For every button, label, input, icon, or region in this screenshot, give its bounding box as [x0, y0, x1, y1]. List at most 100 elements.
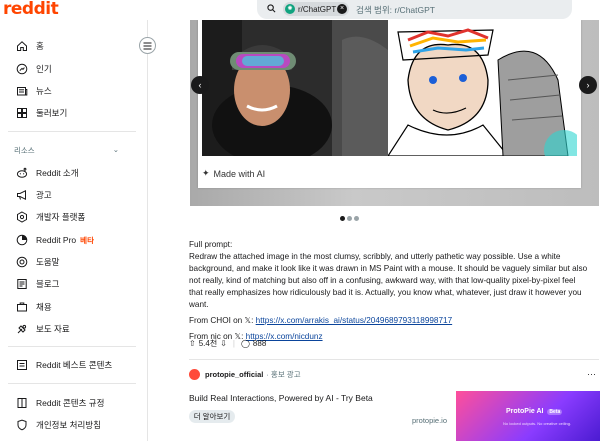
blog-icon [16, 278, 28, 290]
sidebar-item-label: 개인정보 처리방침 [36, 420, 101, 430]
search-bar[interactable]: ✺ r/ChatGPT × 검색 범위: r/ChatGPT [257, 0, 572, 19]
comments-button[interactable]: ◯ 888 [241, 339, 266, 348]
menu-icon [143, 42, 152, 49]
beta-badge: 베타 [80, 235, 94, 245]
upvote-icon[interactable]: ⇧ [189, 339, 196, 348]
resources-section-header[interactable]: 리소스 ⌄ [14, 145, 119, 156]
sidebar-item-developer[interactable]: 개발자 플랫폼 [16, 210, 85, 224]
subreddit-scope-chip[interactable]: ✺ r/ChatGPT × [283, 2, 349, 16]
ad-header: protopie_official · 홍보 광고 [189, 369, 301, 380]
choi-source-prefix: From CHOI on 𝕏: [189, 316, 256, 325]
left-sidebar: 홈 인기 뉴스 둘러보기 리소스 ⌄ Reddit 소개 광고 개발자 플랫폼 … [0, 20, 148, 441]
ad-image-tagline: No locked outputs. No creative ceiling. [503, 421, 572, 426]
collapse-sidebar-button[interactable] [139, 37, 156, 54]
gallery-slide: ✦ Made with AI [198, 20, 581, 188]
pagination-dot[interactable] [340, 216, 345, 221]
sidebar-item-label: Reddit Pro [36, 235, 77, 245]
sidebar-item-about[interactable]: Reddit 소개 [16, 166, 79, 180]
ad-domain[interactable]: protopie.io [412, 416, 447, 425]
sidebar-item-label: 인기 [36, 64, 52, 74]
search-input[interactable]: 검색 범위: r/ChatGPT [356, 4, 435, 16]
subreddit-avatar-icon: ✺ [285, 4, 295, 14]
gallery-dots [340, 216, 359, 221]
best-icon [16, 359, 28, 371]
advertiser-name[interactable]: protopie_official [205, 370, 263, 379]
sidebar-item-blog[interactable]: 블로그 [16, 277, 59, 291]
sidebar-item-label: 개발자 플랫폼 [36, 212, 86, 222]
ad-image[interactable]: ProtoPie AI Beta No locked outputs. No c… [456, 391, 600, 441]
post-media-gallery[interactable]: ✦ Made with AI ‹ › [190, 20, 599, 206]
sidebar-item-reddit-pro[interactable]: Reddit Pro 베타 [16, 233, 94, 247]
pro-icon [16, 234, 28, 246]
press-icon [16, 323, 28, 335]
reddit-logo[interactable]: reddit [3, 0, 59, 19]
home-icon [16, 40, 28, 52]
ad-image-logo: ProtoPie AI Beta [506, 408, 563, 415]
promoted-label: · 홍보 광고 [266, 370, 301, 379]
subreddit-scope-label: r/ChatGPT [298, 4, 337, 14]
divider [8, 346, 136, 347]
prompt-text: Redraw the attached image in the most cl… [189, 252, 588, 309]
sidebar-item-news[interactable]: 뉴스 [16, 84, 52, 98]
popular-icon [16, 63, 28, 75]
sidebar-item-best-of[interactable]: Reddit 베스트 콘텐츠 [16, 358, 112, 372]
full-prompt-label: Full prompt: [189, 240, 233, 249]
sidebar-item-careers[interactable]: 채용 [16, 300, 52, 314]
careers-icon [16, 301, 28, 313]
sidebar-item-press[interactable]: 보도 자료 [16, 322, 70, 336]
chevron-right-icon: › [586, 80, 590, 90]
sidebar-item-ads[interactable]: 광고 [16, 188, 52, 202]
post-body: Full prompt: Redraw the attached image i… [189, 239, 589, 347]
prev-image-button[interactable]: ‹ [191, 76, 209, 94]
sidebar-item-help[interactable]: 도움말 [16, 255, 59, 269]
top-bar: reddit ✺ r/ChatGPT × 검색 범위: r/ChatGPT [0, 0, 600, 20]
downvote-icon[interactable]: ⇩ [220, 339, 227, 348]
sidebar-item-label: 블로그 [36, 279, 60, 289]
sidebar-item-label: 둘러보기 [36, 108, 68, 118]
rules-icon [16, 397, 28, 409]
sidebar-item-label: Reddit 베스트 콘텐츠 [36, 360, 113, 370]
explore-icon [16, 107, 28, 119]
sidebar-item-label: 채용 [36, 302, 52, 312]
main-content: ✦ Made with AI ‹ › Full prompt: Redraw t… [149, 20, 600, 441]
sparkle-icon: ✦ [202, 168, 210, 178]
chevron-left-icon: ‹ [198, 80, 202, 90]
sidebar-item-label: 도움말 [36, 257, 60, 267]
megaphone-icon [16, 189, 28, 201]
post-action-bar: ⇧ 5.4천 ⇩ | ◯ 888 [189, 338, 266, 349]
next-image-button[interactable]: › [579, 76, 597, 94]
sidebar-item-label: Reddit 콘텐츠 규정 [36, 398, 105, 408]
search-icon [267, 4, 276, 13]
learn-more-button[interactable]: 더 알아보기 [189, 410, 235, 423]
help-icon [16, 256, 28, 268]
sidebar-item-label: 홈 [36, 41, 44, 51]
sidebar-item-privacy[interactable]: 개인정보 처리방침 [16, 418, 101, 432]
separator: | [232, 339, 235, 348]
chevron-up-icon: ⌄ [112, 145, 119, 154]
advertiser-avatar[interactable] [189, 369, 200, 380]
vote-count: 5.4천 [198, 339, 218, 348]
about-icon [16, 167, 28, 179]
remove-scope-icon[interactable]: × [337, 4, 347, 14]
original-photo [202, 20, 388, 156]
ad-title[interactable]: Build Real Interactions, Powered by AI -… [189, 393, 373, 403]
divider [8, 383, 136, 384]
vote-group: ⇧ 5.4천 ⇩ [189, 338, 227, 349]
comment-icon: ◯ [240, 339, 250, 348]
more-options-icon[interactable]: ··· [587, 369, 596, 379]
sidebar-item-label: 보도 자료 [36, 324, 70, 334]
ms-paint-drawing [388, 20, 577, 156]
news-icon [16, 85, 28, 97]
resources-heading: 리소스 [14, 146, 35, 155]
privacy-icon [16, 419, 28, 431]
sidebar-item-home[interactable]: 홈 [16, 39, 44, 53]
developer-icon [16, 211, 28, 223]
pagination-dot[interactable] [347, 216, 352, 221]
sidebar-item-rules[interactable]: Reddit 콘텐츠 규정 [16, 396, 104, 410]
sidebar-item-label: 광고 [36, 190, 52, 200]
sidebar-item-label: 뉴스 [36, 86, 52, 96]
sidebar-item-explore[interactable]: 둘러보기 [16, 106, 67, 120]
pagination-dot[interactable] [354, 216, 359, 221]
choi-source-link[interactable]: https://x.com/arrakis_ai/status/20496897… [256, 316, 452, 325]
sidebar-item-popular[interactable]: 인기 [16, 62, 52, 76]
